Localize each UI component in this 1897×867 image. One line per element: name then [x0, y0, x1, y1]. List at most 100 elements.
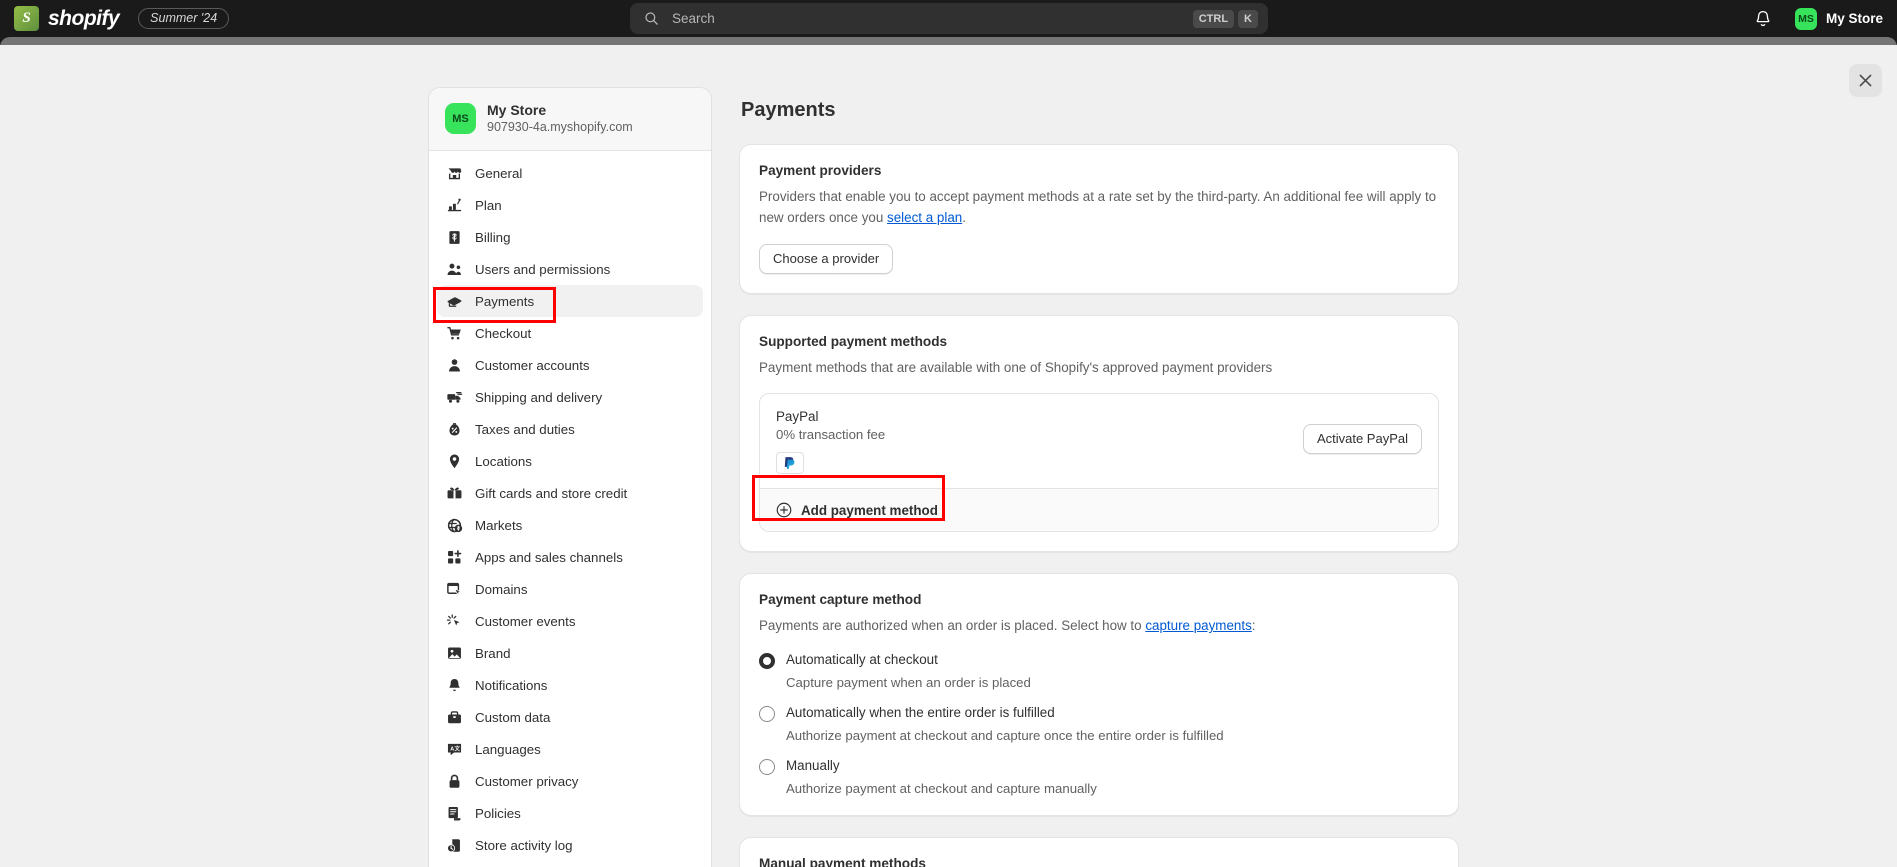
sidebar-item-domains[interactable]: Domains	[437, 573, 703, 605]
sidebar-item-checkout[interactable]: Checkout	[437, 317, 703, 349]
sidebar-item-markets[interactable]: Markets	[437, 509, 703, 541]
sidebar-item-label: Domains	[475, 581, 528, 597]
sidebar-item-policies[interactable]: Policies	[437, 797, 703, 829]
manual-methods-title: Manual payment methods	[759, 856, 926, 867]
capture-option-row[interactable]: Manually	[759, 758, 1439, 776]
sidebar-item-store-activity-log[interactable]: Store activity log	[437, 829, 703, 861]
capture-option-description: Capture payment when an order is placed	[786, 675, 1031, 691]
sidebar-item-label: Locations	[475, 453, 532, 469]
sidebar-item-gift-cards-and-store-credit[interactable]: Gift cards and store credit	[437, 477, 703, 509]
sidebar-item-label: Taxes and duties	[475, 421, 575, 437]
taxes-icon	[446, 421, 463, 438]
global-search-bar[interactable]: CTRL K	[630, 3, 1268, 34]
store-header[interactable]: MS My Store 907930-4a.myshopify.com	[429, 88, 711, 152]
sidebar-item-custom-data[interactable]: Custom data	[437, 701, 703, 733]
radio-button[interactable]	[759, 706, 775, 723]
sidebar-item-label: Brand	[475, 645, 511, 661]
capture-method-description: Payments are authorized when an order is…	[759, 616, 1439, 637]
sidebar-item-label: General	[475, 165, 523, 181]
sidebar-item-label: Checkout	[475, 325, 532, 341]
global-header: S shopify Summer '24 CTRL K MS My Store	[0, 0, 1897, 37]
sidebar-item-label: Notifications	[475, 677, 548, 693]
svg-text:文: 文	[455, 744, 461, 752]
sidebar-item-shipping-and-delivery[interactable]: Shipping and delivery	[437, 381, 703, 413]
sidebar-item-languages[interactable]: A 文 Languages	[437, 733, 703, 765]
brand-icon	[446, 645, 463, 662]
capture-options-group: Automatically at checkout Capture payment…	[759, 652, 1439, 796]
payment-method-row-paypal: PayPal 0% transaction fee Activate PayPa…	[760, 394, 1438, 488]
payment-methods-list: PayPal 0% transaction fee Activate PayPa…	[759, 393, 1439, 533]
sidebar-item-label: Apps and sales channels	[475, 549, 623, 565]
select-a-plan-link[interactable]: select a plan	[887, 210, 962, 225]
sidebar-item-customer-events[interactable]: Customer events	[437, 605, 703, 637]
supported-methods-description: Payment methods that are available with …	[759, 359, 1273, 375]
sidebar-item-label: Shipping and delivery	[475, 389, 603, 405]
sidebar-item-payments[interactable]: Payments	[437, 285, 703, 318]
page-title: Payments	[741, 99, 836, 121]
capture-option: Automatically when the entire order is f…	[759, 705, 1439, 743]
capture-option-label: Automatically at checkout	[786, 652, 938, 668]
avatar: MS	[1794, 7, 1817, 30]
activity-log-icon	[446, 837, 463, 854]
bell-icon	[446, 677, 463, 694]
supported-payment-methods-card: Supported payment methods Payment method…	[739, 314, 1459, 553]
providers-desc-text-2: .	[962, 209, 966, 225]
lock-icon	[446, 773, 463, 790]
sidebar-item-customer-accounts[interactable]: Customer accounts	[437, 349, 703, 381]
paypal-fee: 0% transaction fee	[776, 427, 886, 443]
shopify-brand[interactable]: S shopify Summer '24	[14, 6, 230, 31]
capture-payments-link[interactable]: capture payments	[1145, 618, 1251, 633]
customer-events-icon	[446, 613, 463, 630]
sidebar-item-label: Markets	[475, 517, 523, 533]
capture-option: Manually Authorize payment at checkout an…	[759, 758, 1439, 796]
activate-paypal-button[interactable]: Activate PayPal	[1302, 424, 1422, 455]
payment-providers-description: Providers that enable you to accept paym…	[759, 187, 1439, 229]
settings-nav-list: General Plan Billing Users and permissions P…	[429, 151, 711, 861]
sidebar-item-brand[interactable]: Brand	[437, 637, 703, 669]
sidebar-item-locations[interactable]: Locations	[437, 445, 703, 477]
sidebar-item-notifications[interactable]: Notifications	[437, 669, 703, 701]
sidebar-item-customer-privacy[interactable]: Customer privacy	[437, 765, 703, 797]
capture-option: Automatically at checkout Capture payment…	[759, 652, 1439, 690]
sidebar-item-users-and-permissions[interactable]: Users and permissions	[437, 253, 703, 285]
sidebar-item-taxes-and-duties[interactable]: Taxes and duties	[437, 413, 703, 445]
store-avatar: MS	[445, 103, 476, 135]
close-icon[interactable]	[1849, 64, 1882, 97]
choose-a-provider-button[interactable]: Choose a provider	[759, 243, 894, 274]
capture-option-row[interactable]: Automatically when the entire order is f…	[759, 705, 1439, 723]
plus-circle-icon	[776, 502, 792, 518]
markets-icon	[446, 517, 463, 534]
apps-icon	[446, 549, 463, 566]
store-domain-label: 907930-4a.myshopify.com	[487, 120, 633, 135]
user-menu[interactable]: MS My Store	[1789, 5, 1889, 33]
users-icon	[446, 261, 463, 278]
paypal-logo-icon	[776, 452, 804, 475]
paypal-name: PayPal	[776, 409, 819, 425]
shopify-wordmark: shopify	[48, 6, 120, 30]
season-badge: Summer '24	[138, 8, 230, 29]
sidebar-item-label: Billing	[475, 229, 511, 245]
sidebar-item-label: Store activity log	[475, 837, 573, 853]
radio-button[interactable]	[759, 653, 775, 670]
sidebar-item-plan[interactable]: Plan	[437, 189, 703, 221]
sidebar-item-label: Plan	[475, 197, 502, 213]
plan-icon	[446, 197, 463, 214]
notifications-bell-icon[interactable]	[1753, 9, 1773, 29]
shipping-icon	[446, 389, 463, 406]
languages-icon: A文	[446, 741, 463, 758]
sidebar-item-general[interactable]: General	[437, 157, 703, 189]
capture-option-row[interactable]: Automatically at checkout	[759, 652, 1439, 670]
store-name-label: My Store	[487, 102, 547, 118]
search-input[interactable]	[670, 10, 1189, 27]
settings-modal: MS My Store 907930-4a.myshopify.com Gene…	[0, 45, 1897, 867]
sidebar-item-billing[interactable]: Billing	[437, 221, 703, 253]
radio-button[interactable]	[759, 759, 775, 776]
sidebar-item-apps-and-sales-channels[interactable]: Apps and sales channels	[437, 541, 703, 573]
user-name-label: My Store	[1825, 11, 1883, 26]
payments-icon	[446, 293, 463, 310]
add-payment-method-button[interactable]: Add payment method	[760, 488, 1438, 532]
sidebar-item-label: Custom data	[475, 709, 551, 725]
checkout-icon	[446, 325, 463, 342]
shopify-logo-icon: S	[14, 6, 39, 31]
sidebar-item-label: Customer accounts	[475, 357, 590, 373]
